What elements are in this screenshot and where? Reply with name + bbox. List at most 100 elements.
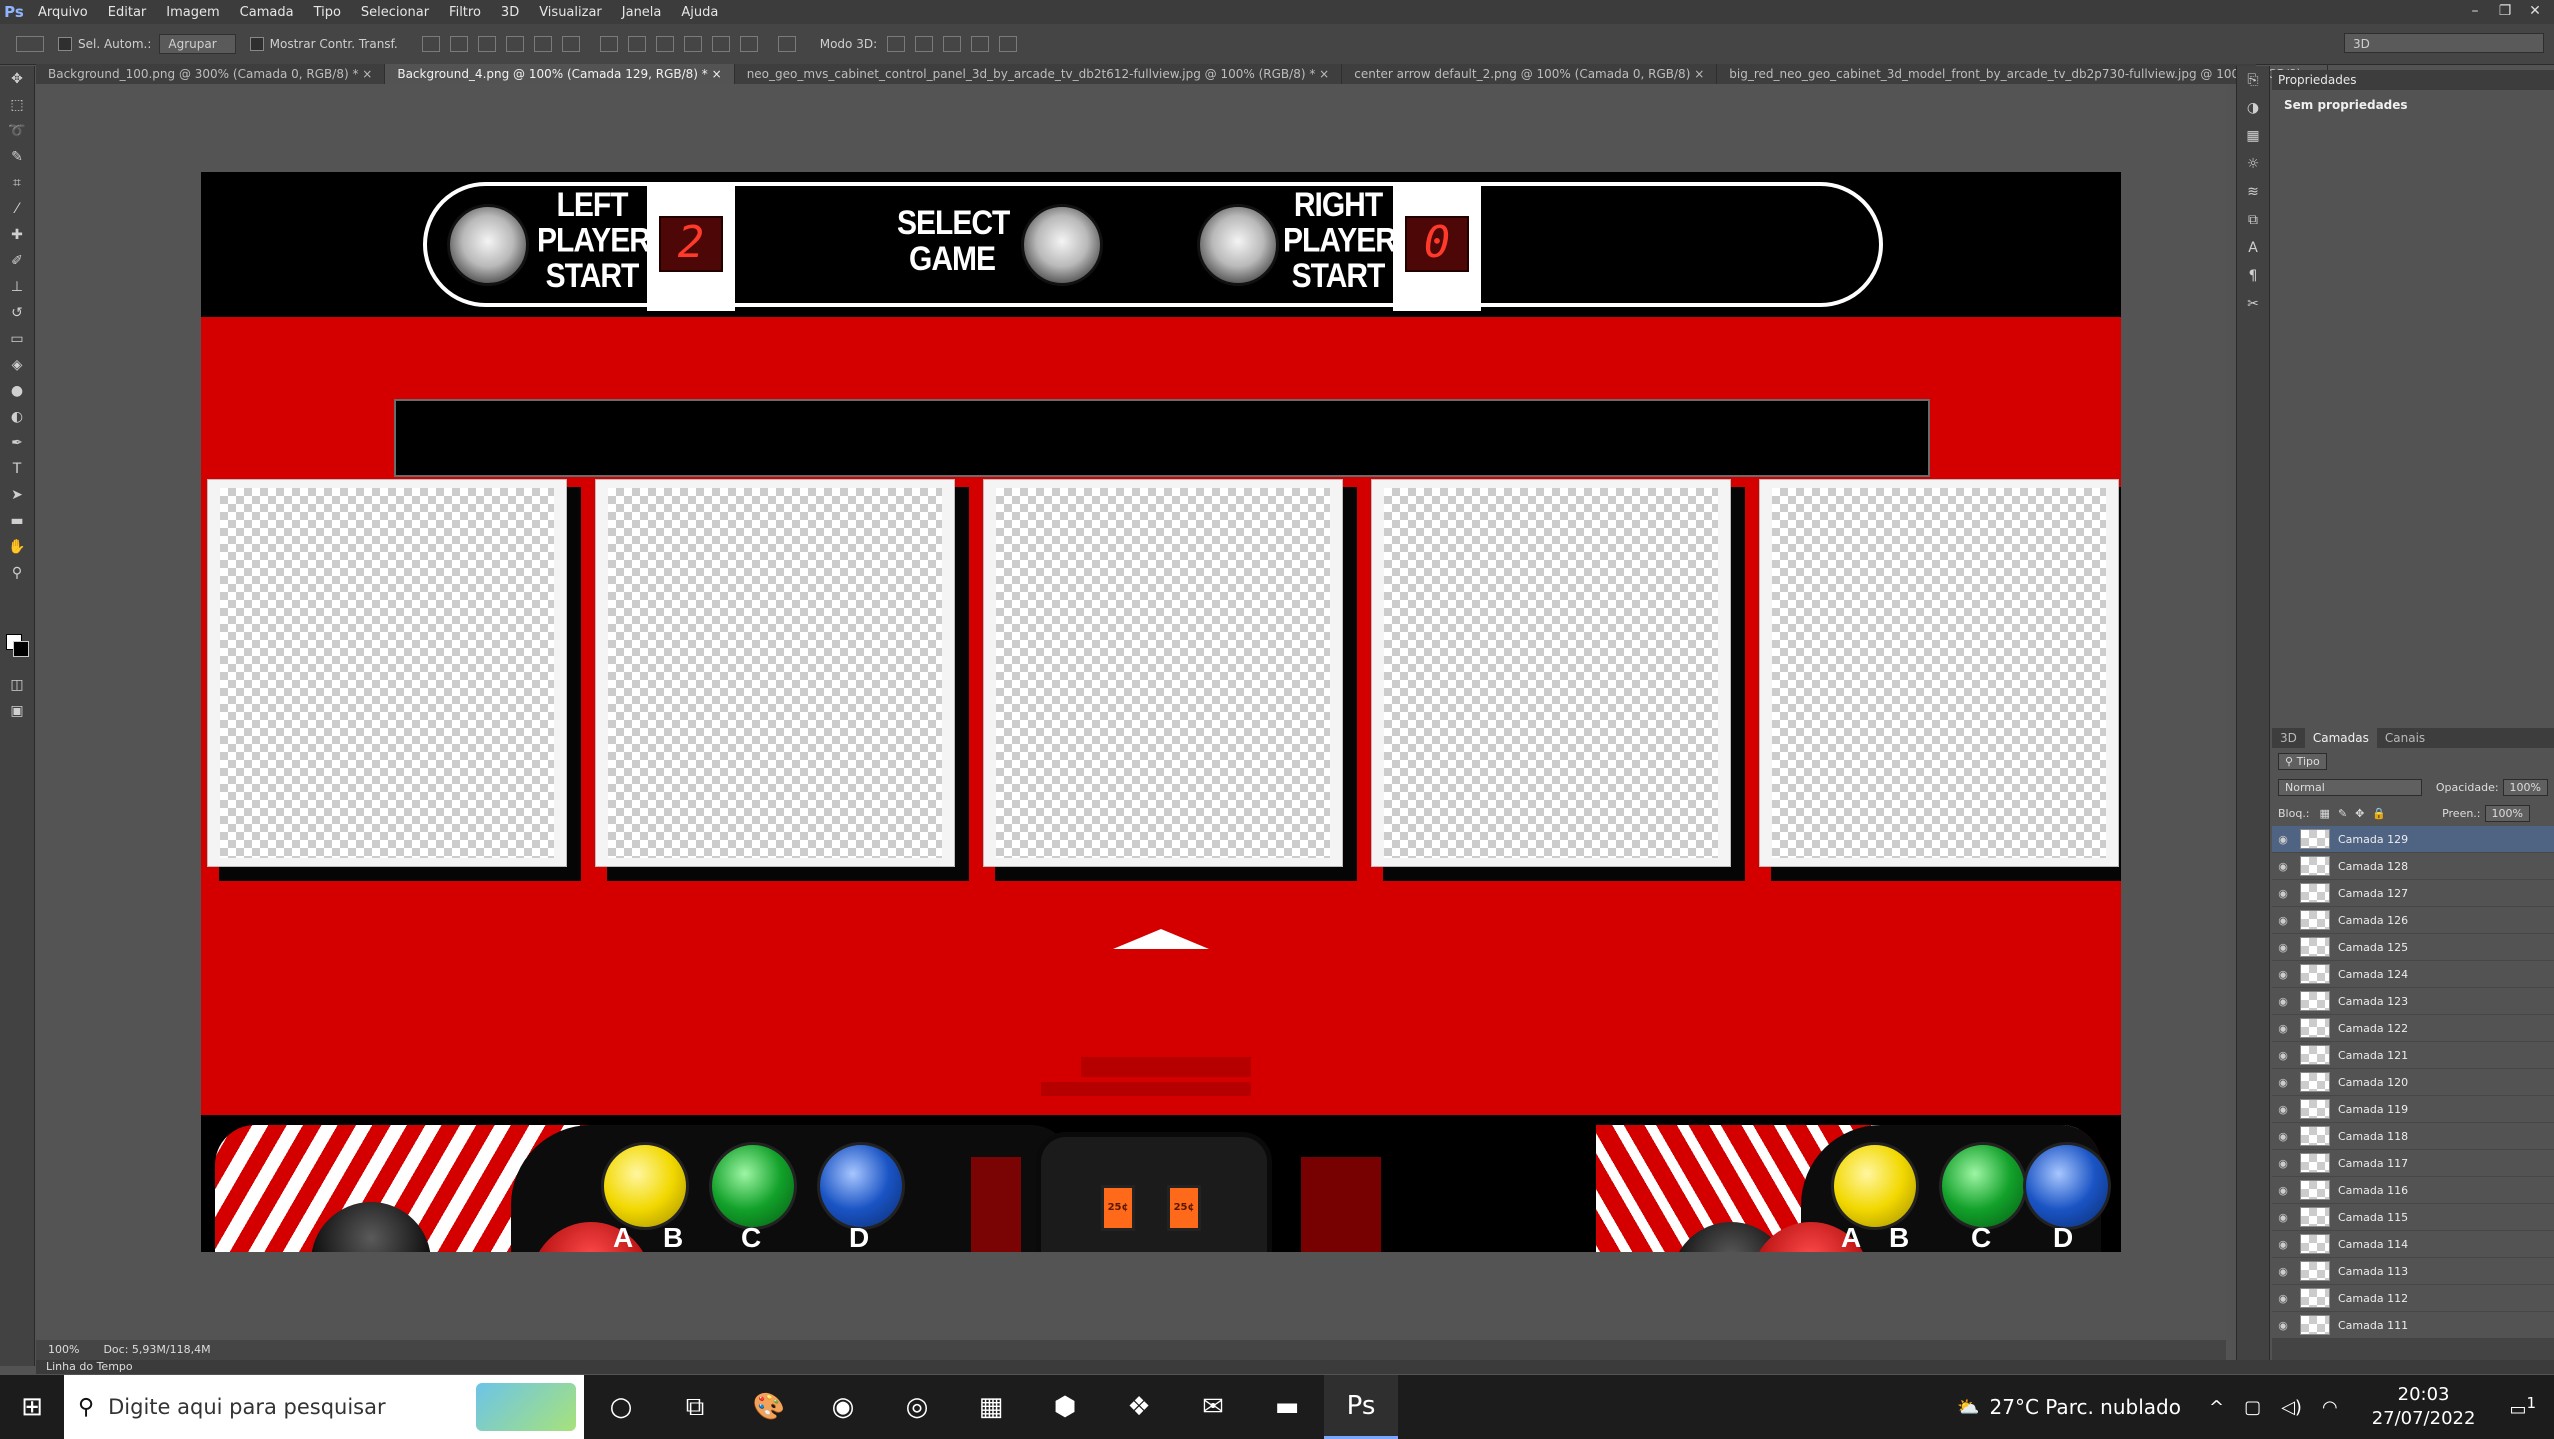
marquee-tool-icon[interactable]: ⬚ [0,92,34,118]
minimize-button[interactable]: – [2460,0,2490,24]
visibility-eye-icon[interactable]: ◉ [2272,1292,2294,1305]
pen-tool-icon[interactable]: ✒ [0,430,34,456]
visibility-eye-icon[interactable]: ◉ [2272,1238,2294,1251]
tab-close-icon[interactable]: × [1694,67,1704,81]
align-vcenter-icon[interactable] [449,36,468,52]
quick-select-tool-icon[interactable]: ✎ [0,144,34,170]
tool-presets-icon[interactable]: ✂ [2237,290,2269,318]
store-icon[interactable]: ▦ [954,1375,1028,1439]
document-canvas[interactable]: LEFT PLAYER START 2 SELECT GAME RIGHT PLAYER… [201,172,2121,1252]
layer-row[interactable]: ◉ Camada 120 [2272,1069,2554,1096]
tab-camadas[interactable]: Camadas [2304,728,2377,748]
visibility-eye-icon[interactable]: ◉ [2272,995,2294,1008]
cortana-icon[interactable]: ○ [584,1375,658,1439]
menu-editar[interactable]: Editar [98,5,157,20]
styles-panel-icon[interactable]: ≋ [2237,178,2269,206]
paint-3d-icon[interactable]: ❖ [1102,1375,1176,1439]
workspace-dropdown[interactable]: 3D [2344,33,2544,53]
swatches-panel-icon[interactable]: ▦ [2237,122,2269,150]
visibility-eye-icon[interactable]: ◉ [2272,860,2294,873]
tab-center-arrow[interactable]: center arrow default_2.png @ 100% (Camad… [1342,64,1718,84]
properties-title[interactable]: Propriedades [2272,70,2554,90]
tab-close-icon[interactable]: × [712,67,722,81]
color-panel-icon[interactable]: ◑ [2237,94,2269,122]
tab-background-100[interactable]: Background_100.png @ 300% (Camada 0, RGB… [36,64,386,84]
layer-filter-dropdown[interactable]: ⚲ Tipo [2278,752,2327,770]
menu-visualizar[interactable]: Visualizar [529,5,612,20]
menu-janela[interactable]: Janela [612,5,672,20]
distribute-hcenter-icon[interactable] [711,36,730,52]
windows-start-icon[interactable]: ⊞ [0,1375,64,1439]
opacity-input[interactable]: 100% [2502,778,2548,796]
visibility-eye-icon[interactable]: ◉ [2272,968,2294,981]
hand-tool-icon[interactable]: ✋ [0,534,34,560]
menu-camada[interactable]: Camada [230,5,304,20]
lock-all-icon[interactable]: 🔒 [2372,807,2386,820]
scale-3d-icon[interactable] [999,36,1018,52]
menu-tipo[interactable]: Tipo [304,5,351,20]
zoom-tool-icon[interactable]: ⚲ [0,560,34,586]
canvas-area[interactable]: LEFT PLAYER START 2 SELECT GAME RIGHT PLAYER… [36,84,2226,1339]
tab-control-panel-3d[interactable]: neo_geo_mvs_cabinet_control_panel_3d_by_… [735,64,1343,84]
background-color-swatch[interactable] [13,641,29,657]
lock-transparency-icon[interactable]: ▦ [2320,807,2330,820]
healing-tool-icon[interactable]: ✚ [0,222,34,248]
visibility-eye-icon[interactable]: ◉ [2272,1103,2294,1116]
layer-row[interactable]: ◉ Camada 125 [2272,934,2554,961]
visibility-eye-icon[interactable]: ◉ [2272,1157,2294,1170]
character-panel-icon[interactable]: A [2237,234,2269,262]
taskbar-search[interactable]: ⚲ Digite aqui para pesquisar [64,1375,584,1439]
eraser-tool-icon[interactable]: ▭ [0,326,34,352]
tab-background-4[interactable]: Background_4.png @ 100% (Camada 129, RGB… [385,64,735,84]
volume-icon[interactable]: ◁) [2281,1397,2302,1418]
auto-select-checkbox[interactable] [58,37,72,51]
layer-row[interactable]: ◉ Camada 111 [2272,1312,2554,1339]
paint-bucket-tool-icon[interactable]: ◈ [0,352,34,378]
visibility-eye-icon[interactable]: ◉ [2272,914,2294,927]
visibility-eye-icon[interactable]: ◉ [2272,887,2294,900]
menu-filtro[interactable]: Filtro [439,5,491,20]
photoshop-taskbar-icon[interactable]: Ps [1324,1375,1398,1439]
distribute-right-icon[interactable] [739,36,758,52]
roll-3d-icon[interactable] [915,36,934,52]
quick-mask-icon[interactable]: ◫ [0,672,34,698]
close-button[interactable]: ✕ [2520,0,2550,24]
move-tool-preset-icon[interactable] [16,36,44,52]
lock-image-icon[interactable]: ✎ [2338,807,2347,820]
layer-row[interactable]: ◉ Camada 115 [2272,1204,2554,1231]
visibility-eye-icon[interactable]: ◉ [2272,1265,2294,1278]
distribute-bottom-icon[interactable] [655,36,674,52]
layer-row[interactable]: ◉ Camada 117 [2272,1150,2554,1177]
layer-row[interactable]: ◉ Camada 121 [2272,1042,2554,1069]
orbit-3d-icon[interactable] [887,36,906,52]
chevron-up-icon[interactable]: ^ [2209,1397,2224,1418]
menu-ajuda[interactable]: Ajuda [671,5,728,20]
adjustments-panel-icon[interactable]: ☼ [2237,150,2269,178]
meet-now-icon[interactable]: ▢ [2244,1397,2261,1418]
paint-app-icon[interactable]: 🎨 [732,1375,806,1439]
align-bottom-icon[interactable] [477,36,496,52]
align-left-icon[interactable] [505,36,524,52]
network-icon[interactable]: ◠ [2322,1397,2338,1418]
tab-close-icon[interactable]: × [1319,67,1329,81]
move-tool-icon[interactable]: ✥ [0,66,34,92]
3d-viewer-icon[interactable]: ⬢ [1028,1375,1102,1439]
weather-icon[interactable]: ⛅ [1957,1397,1979,1418]
path-select-tool-icon[interactable]: ➤ [0,482,34,508]
visibility-eye-icon[interactable]: ◉ [2272,1130,2294,1143]
type-tool-icon[interactable]: T [0,456,34,482]
slide-3d-icon[interactable] [971,36,990,52]
zoom-level[interactable]: 100% [36,1340,91,1360]
visibility-eye-icon[interactable]: ◉ [2272,1022,2294,1035]
align-right-icon[interactable] [561,36,580,52]
eyedropper-tool-icon[interactable]: ⁄ [0,196,34,222]
menu-imagem[interactable]: Imagem [156,5,229,20]
visibility-eye-icon[interactable]: ◉ [2272,1184,2294,1197]
tab-close-icon[interactable]: × [362,67,372,81]
brush-tool-icon[interactable]: ✐ [0,248,34,274]
layer-row[interactable]: ◉ Camada 129 [2272,826,2554,853]
distribute-left-icon[interactable] [683,36,702,52]
layer-row[interactable]: ◉ Camada 127 [2272,880,2554,907]
screen-mode-icon[interactable]: ▣ [0,698,34,724]
visibility-eye-icon[interactable]: ◉ [2272,1076,2294,1089]
